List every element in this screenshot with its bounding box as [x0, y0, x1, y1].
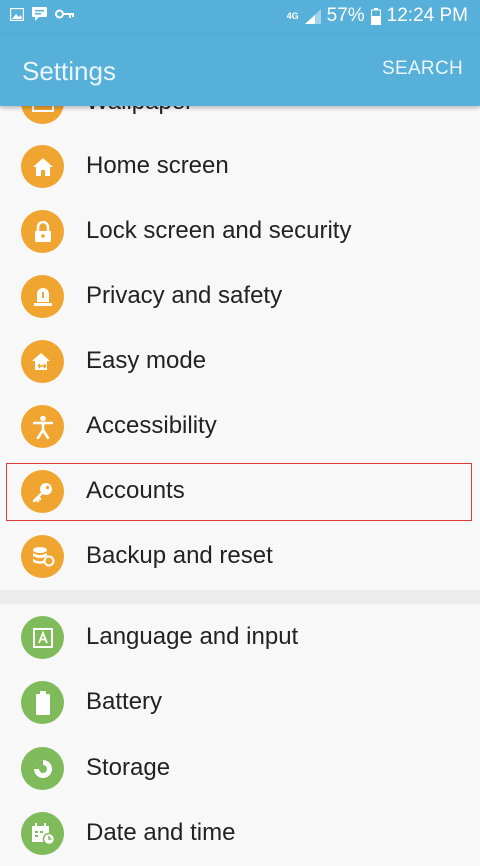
settings-item-storage[interactable]: Storage: [0, 736, 480, 801]
settings-item-label: Language and input: [86, 623, 299, 650]
settings-item-label: Backup and reset: [86, 542, 273, 569]
accessibility-icon: [21, 405, 64, 448]
message-notification-icon: [32, 7, 47, 21]
settings-item-label: Accessibility: [86, 412, 217, 439]
settings-item-backup[interactable]: Backup and reset: [0, 524, 480, 589]
lock-icon: [21, 210, 64, 253]
selection-highlight: [6, 463, 472, 521]
settings-item-home-screen[interactable]: Home screen: [0, 134, 480, 199]
storage-icon: [21, 747, 64, 790]
settings-item-easy-mode[interactable]: Easy mode: [0, 329, 480, 394]
settings-item-language[interactable]: Language and input: [0, 605, 480, 670]
vpn-key-icon: [55, 9, 75, 19]
battery-icon: [21, 681, 64, 724]
settings-item-date-time[interactable]: Date and time: [0, 801, 480, 866]
settings-item-lock-screen[interactable]: Lock screen and security: [0, 199, 480, 264]
settings-item-label: Date and time: [86, 819, 236, 846]
settings-item-label: Lock screen and security: [86, 217, 352, 244]
easy-mode-icon: [21, 340, 64, 383]
search-button[interactable]: SEARCH: [382, 58, 463, 80]
backup-icon: [21, 535, 64, 578]
app-bar: Settings SEARCH: [0, 34, 480, 106]
network-type-label: 4G: [286, 10, 299, 21]
clock: 12:24 PM: [386, 5, 468, 26]
alert-light-icon: [21, 275, 64, 318]
date-time-icon: [21, 812, 64, 855]
signal-icon: [304, 8, 321, 24]
image-notification-icon: [10, 7, 24, 21]
settings-item-label: Privacy and safety: [86, 282, 283, 309]
settings-item-accessibility[interactable]: Accessibility: [0, 394, 480, 459]
home-icon: [21, 145, 64, 188]
settings-item-battery[interactable]: Battery: [0, 670, 480, 735]
settings-item-label: Home screen: [86, 152, 229, 179]
section-divider: [0, 590, 480, 604]
settings-item-privacy[interactable]: Privacy and safety: [0, 264, 480, 329]
language-icon: [21, 616, 64, 659]
settings-item-label: Battery: [86, 688, 163, 715]
battery-percent: 57%: [326, 5, 365, 26]
status-bar: 4G 57% 12:24 PM: [0, 0, 480, 34]
settings-item-label: Storage: [86, 754, 171, 781]
settings-item-label: Easy mode: [86, 347, 207, 374]
battery-status-icon: [370, 7, 381, 25]
page-title: Settings: [22, 56, 116, 86]
